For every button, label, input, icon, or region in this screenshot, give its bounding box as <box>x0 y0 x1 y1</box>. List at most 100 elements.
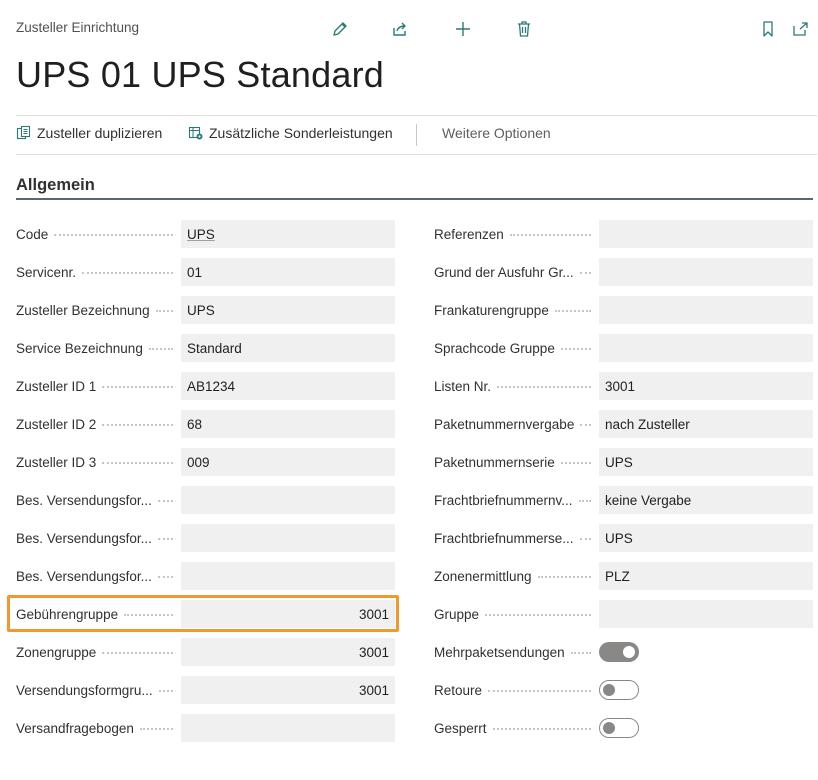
field-label: Zusteller ID 1 <box>16 372 181 400</box>
field-label: Zusteller ID 2 <box>16 410 181 438</box>
field-row-list-number: Listen Nr. 3001 <box>434 372 813 400</box>
service-number-field[interactable]: 01 <box>181 258 395 286</box>
field-row-shipping-questionnaire: Versandfragebogen <box>16 714 395 742</box>
field-row-export-reason: Grund der Ausfuhr Gr... <box>434 258 813 286</box>
waybill-number-series-field[interactable]: UPS <box>599 524 813 552</box>
page-title: UPS 01 UPS Standard <box>16 54 385 95</box>
shipping-form-group-field[interactable]: 3001 <box>181 676 395 704</box>
package-number-series-field[interactable]: UPS <box>599 448 813 476</box>
field-row-package-number-series: Paketnummernserie UPS <box>434 448 813 476</box>
carrier-name-field[interactable]: UPS <box>181 296 395 324</box>
references-field[interactable] <box>599 220 813 248</box>
field-label: Grund der Ausfuhr Gr... <box>434 258 599 286</box>
toggle-knob <box>603 722 615 734</box>
field-label: Mehrpaketsendungen <box>434 638 599 666</box>
field-label: Gebührengruppe <box>16 600 181 628</box>
section-divider <box>16 198 813 200</box>
blocked-toggle[interactable] <box>599 718 639 738</box>
package-number-assignment-field[interactable]: nach Zusteller <box>599 410 813 438</box>
carrier-id-1-field[interactable]: AB1234 <box>181 372 395 400</box>
breadcrumb[interactable]: Zusteller Einrichtung <box>16 20 139 35</box>
field-label: Bes. Versendungsfor... <box>16 486 181 514</box>
field-row-special-shipping-3: Bes. Versendungsfor... <box>16 562 395 590</box>
share-icon[interactable] <box>389 18 411 40</box>
top-bar: Zusteller Einrichtung <box>16 18 810 40</box>
action-bar: Zusteller duplizieren Zusätzliche Sonder… <box>16 115 817 155</box>
field-row-references: Referenzen <box>434 220 813 248</box>
service-name-field[interactable]: Standard <box>181 334 395 362</box>
toggle-knob <box>603 684 615 696</box>
field-label: Paketnummernvergabe <box>434 410 599 438</box>
special-shipping-form-3-field[interactable] <box>181 562 395 590</box>
field-label: Zusteller ID 3 <box>16 448 181 476</box>
multi-package-toggle[interactable] <box>599 642 639 662</box>
group-field[interactable] <box>599 600 813 628</box>
field-row-zone-determination: Zonenermittlung PLZ <box>434 562 813 590</box>
waybill-number-assignment-field[interactable]: keine Vergabe <box>599 486 813 514</box>
open-new-window-icon[interactable] <box>789 18 811 40</box>
field-row-code: Code UPS <box>16 220 395 248</box>
copy-icon <box>16 125 32 141</box>
field-row-service-name: Service Bezeichnung Standard <box>16 334 395 362</box>
field-label: Zusteller Bezeichnung <box>16 296 181 324</box>
delete-icon[interactable] <box>513 18 535 40</box>
field-label: Sprachcode Gruppe <box>434 334 599 362</box>
fee-group-field[interactable]: 3001 <box>181 600 395 628</box>
field-row-waybill-number-series: Frachtbriefnummerse... UPS <box>434 524 813 552</box>
field-row-fee-group: Gebührengruppe 3001 <box>16 600 395 628</box>
field-row-carrier-id-3: Zusteller ID 3 009 <box>16 448 395 476</box>
field-label: Frankaturengruppe <box>434 296 599 324</box>
field-row-shipping-form-group: Versendungsformgru... 3001 <box>16 676 395 704</box>
edit-icon[interactable] <box>329 18 351 40</box>
field-row-franking-group: Frankaturengruppe <box>434 296 813 324</box>
field-label: Gruppe <box>434 600 599 628</box>
return-toggle[interactable] <box>599 680 639 700</box>
zone-determination-field[interactable]: PLZ <box>599 562 813 590</box>
field-label: Servicenr. <box>16 258 181 286</box>
field-row-multi-package: Mehrpaketsendungen <box>434 638 639 666</box>
field-row-package-number-assignment: Paketnummernvergabe nach Zusteller <box>434 410 813 438</box>
zone-group-field[interactable]: 3001 <box>181 638 395 666</box>
field-row-group: Gruppe <box>434 600 813 628</box>
list-number-field[interactable]: 3001 <box>599 372 813 400</box>
bookmark-icon[interactable] <box>757 18 779 40</box>
add-icon[interactable] <box>452 18 474 40</box>
field-label: Paketnummernserie <box>434 448 599 476</box>
section-title[interactable]: Allgemein <box>16 176 95 195</box>
carrier-id-2-field[interactable]: 68 <box>181 410 395 438</box>
field-label: Bes. Versendungsfor... <box>16 562 181 590</box>
field-label: Gesperrt <box>434 714 599 742</box>
special-shipping-form-1-field[interactable] <box>181 486 395 514</box>
franking-group-field[interactable] <box>599 296 813 324</box>
field-row-language-code-group: Sprachcode Gruppe <box>434 334 813 362</box>
carrier-id-3-field[interactable]: 009 <box>181 448 395 476</box>
field-label: Referenzen <box>434 220 599 248</box>
settings-table-icon <box>188 125 204 141</box>
field-row-blocked: Gesperrt <box>434 714 639 742</box>
toggle-knob <box>623 646 635 658</box>
field-row-special-shipping-2: Bes. Versendungsfor... <box>16 524 395 552</box>
field-row-special-shipping-1: Bes. Versendungsfor... <box>16 486 395 514</box>
code-field[interactable]: UPS <box>181 220 395 248</box>
language-code-group-field[interactable] <box>599 334 813 362</box>
shipping-questionnaire-field[interactable] <box>181 714 395 742</box>
extra-services-button[interactable]: Zusätzliche Sonderleistungen <box>188 125 393 141</box>
field-label: Listen Nr. <box>434 372 599 400</box>
special-shipping-form-2-field[interactable] <box>181 524 395 552</box>
export-reason-group-field[interactable] <box>599 258 813 286</box>
field-label: Code <box>16 220 181 248</box>
duplicate-carrier-button[interactable]: Zusteller duplizieren <box>16 125 162 141</box>
field-label: Zonenermittlung <box>434 562 599 590</box>
field-label: Service Bezeichnung <box>16 334 181 362</box>
field-label: Versandfragebogen <box>16 714 181 742</box>
field-row-carrier-name: Zusteller Bezeichnung UPS <box>16 296 395 324</box>
duplicate-carrier-label: Zusteller duplizieren <box>37 125 163 141</box>
field-row-carrier-id-2: Zusteller ID 2 68 <box>16 410 395 438</box>
field-row-zone-group: Zonengruppe 3001 <box>16 638 395 666</box>
field-label: Zonengruppe <box>16 638 181 666</box>
field-row-waybill-number-assignment: Frachtbriefnummernv... keine Vergabe <box>434 486 813 514</box>
more-options-button[interactable]: Weitere Optionen <box>442 125 551 141</box>
field-row-service-number: Servicenr. 01 <box>16 258 395 286</box>
field-row-return: Retoure <box>434 676 639 704</box>
field-label: Versendungsformgru... <box>16 676 181 704</box>
